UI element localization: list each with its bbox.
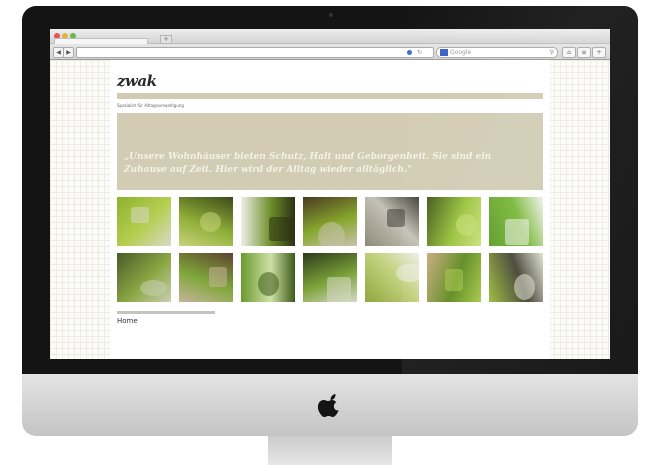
address-bar[interactable]: ↻ xyxy=(76,47,434,58)
nav-home-link[interactable]: Home xyxy=(117,317,138,325)
green-apples-photo[interactable] xyxy=(427,197,481,246)
photo-detail xyxy=(140,280,167,296)
photo-detail xyxy=(387,209,405,227)
hero-banner: „Unsere Wohnhäuser bieten Schutz, Halt u… xyxy=(117,113,543,190)
search-field[interactable]: Google ⚲ xyxy=(436,47,558,58)
photo-detail xyxy=(327,277,351,302)
green-round-table-photo[interactable] xyxy=(179,253,233,302)
green-shelf-photo[interactable] xyxy=(489,253,543,302)
photo-detail xyxy=(131,207,149,223)
search-icon: ⚲ xyxy=(549,49,554,56)
green-bag-photo[interactable] xyxy=(241,197,295,246)
menu-icon[interactable]: ≡ xyxy=(577,47,591,58)
page-content: zwak Spezialist für Alltagsverwaltigung … xyxy=(110,60,550,359)
add-icon[interactable]: + xyxy=(592,47,606,58)
header-rule xyxy=(117,93,543,99)
green-clothes-photo[interactable] xyxy=(179,197,233,246)
photo-detail xyxy=(514,274,535,300)
hero-quote: „Unsere Wohnhäuser bieten Schutz, Halt u… xyxy=(124,152,492,175)
photo-detail xyxy=(445,269,463,291)
forward-button[interactable]: ▶ xyxy=(63,47,74,58)
photo-detail xyxy=(258,272,279,296)
home-icon[interactable]: ⌂ xyxy=(562,47,576,58)
wall-lamp-photo[interactable] xyxy=(365,253,419,302)
site-tagline: Spezialist für Alltagsverwaltigung xyxy=(117,103,184,108)
bookmark-icon xyxy=(407,50,412,55)
green-chair-photo[interactable] xyxy=(117,253,171,302)
search-placeholder: Google xyxy=(450,49,472,56)
green-gift-photo[interactable] xyxy=(303,197,357,246)
site-logo[interactable]: zwak xyxy=(117,72,157,90)
monitor-stand xyxy=(268,433,392,465)
monitor-bezel: + ◀ ▶ ↻ Google ⚲ ⌂ ≡ + zwak Spezialist f… xyxy=(22,6,638,374)
patterned-vase-photo[interactable] xyxy=(365,197,419,246)
browser-toolbar: ◀ ▶ ↻ Google ⚲ ⌂ ≡ + xyxy=(50,44,610,60)
green-watering-can-photo[interactable] xyxy=(427,253,481,302)
google-icon xyxy=(440,49,448,56)
light-switch-photo[interactable] xyxy=(489,197,543,246)
new-tab-button[interactable]: + xyxy=(160,35,172,44)
photo-detail xyxy=(456,214,477,236)
photo-detail xyxy=(505,219,529,245)
browser-titlebar: + xyxy=(50,29,610,44)
apple-logo-icon xyxy=(318,394,339,417)
green-check-fabric-photo[interactable] xyxy=(241,253,295,302)
photo-detail xyxy=(318,222,345,246)
photo-detail xyxy=(209,267,227,287)
camera-icon xyxy=(329,13,333,17)
screen: + ◀ ▶ ↻ Google ⚲ ⌂ ≡ + zwak Spezialist f… xyxy=(50,29,610,359)
photo-detail xyxy=(200,212,221,232)
green-bottles-photo[interactable] xyxy=(303,253,357,302)
web-page: zwak Spezialist für Alltagsverwaltigung … xyxy=(50,60,610,359)
pendant-lamp-photo[interactable] xyxy=(117,197,171,246)
photo-detail xyxy=(396,264,419,282)
photo-detail xyxy=(269,217,293,241)
reload-icon[interactable]: ↻ xyxy=(417,48,422,57)
footer-rule xyxy=(117,311,215,314)
